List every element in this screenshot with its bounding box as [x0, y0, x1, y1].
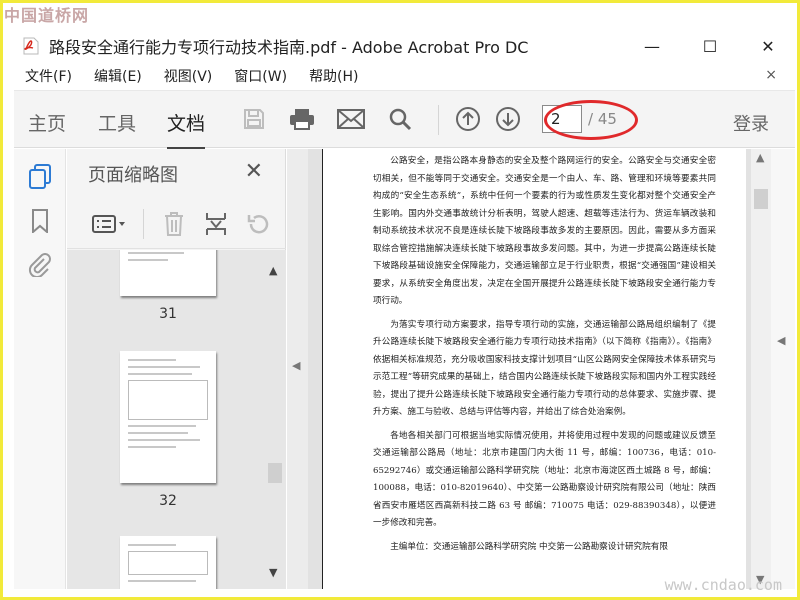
crop-pages-icon[interactable] [201, 209, 231, 239]
tab-document[interactable]: 文档 [167, 109, 206, 150]
title-bar: 路段安全通行能力专项行动技术指南.pdf - Adobe Acrobat Pro… [3, 30, 797, 62]
document-page: 公路安全，是指公路本身静态的安全及整个路网运行的安全。公路安全与交通安全密切相关… [322, 149, 746, 589]
page-thumbnails-icon[interactable] [26, 163, 54, 191]
bookmark-icon[interactable] [26, 207, 54, 235]
panel-splitter[interactable]: ◀ [287, 149, 308, 589]
minimize-button[interactable]: — [623, 30, 681, 62]
doc-paragraph: 公路安全，是指公路本身静态的安全及整个路网运行的安全。公路安全与交通安全密切相关… [373, 156, 716, 306]
menu-view[interactable]: 视图(V) [162, 66, 215, 86]
menu-help[interactable]: 帮助(H) [307, 66, 360, 86]
tab-tools[interactable]: 工具 [98, 109, 136, 136]
menu-file[interactable]: 文件(F) [23, 66, 74, 86]
right-tools-rail: ◀ [771, 149, 795, 589]
acrobat-pdf-icon [23, 37, 39, 55]
search-icon[interactable] [386, 105, 414, 133]
menu-edit[interactable]: 编辑(E) [92, 66, 144, 86]
options-menu-icon[interactable] [89, 209, 129, 239]
document-text: 公路安全，是指公路本身静态的安全及整个路网运行的安全。公路安全与交通安全密切相关… [373, 153, 716, 562]
navigation-rail [14, 149, 66, 589]
panel-title: 页面缩略图 [88, 165, 178, 186]
tab-home[interactable]: 主页 [28, 109, 66, 136]
thumbnail-label-32: 32 [159, 493, 177, 509]
watermark-logo-top: 中国道桥网 [4, 6, 90, 25]
expand-right-pane-icon[interactable]: ◀ [777, 334, 785, 347]
attachment-icon[interactable] [26, 251, 54, 279]
thumbnail-scroll-thumb[interactable] [268, 463, 282, 483]
thumbnail-page-33[interactable] [120, 536, 216, 589]
print-icon[interactable] [288, 105, 316, 133]
delete-page-icon[interactable] [159, 209, 189, 239]
save-icon[interactable] [240, 105, 268, 133]
thumbnail-page-31[interactable] [120, 250, 216, 296]
thumbnail-scrollbar[interactable]: ▲ ▼ [266, 250, 282, 589]
highlight-annotation-oval [544, 100, 638, 140]
toolbar: 主页 工具 文档 2 / 45 登录 [14, 90, 795, 150]
close-document-button[interactable]: × [765, 67, 777, 83]
email-icon[interactable] [337, 105, 365, 133]
panel-tool-separator [143, 209, 144, 239]
panel-close-button[interactable]: ✕ [245, 159, 263, 184]
thumbnail-panel: 页面缩略图 ✕ 31 32 ▲ ▼ [67, 149, 286, 589]
doc-paragraph: 各地各相关部门可根据当地实际情况使用，并将使用过程中发现的问题或建议反馈至交通运… [373, 430, 716, 529]
thumbnail-label-31: 31 [159, 306, 177, 322]
next-page-icon[interactable] [494, 105, 522, 133]
login-button[interactable]: 登录 [733, 110, 769, 136]
document-scroll-thumb[interactable] [754, 189, 768, 209]
panel-toolbar [67, 199, 286, 249]
rotate-page-icon[interactable] [243, 209, 273, 239]
document-scrollbar[interactable]: ▲ ▼ [751, 149, 771, 589]
thumbnail-page-32[interactable] [120, 351, 216, 483]
menu-window[interactable]: 窗口(W) [232, 66, 289, 86]
scroll-up-arrow-icon[interactable]: ▲ [269, 264, 277, 277]
scroll-down-arrow-icon[interactable]: ▼ [269, 566, 277, 579]
window-title: 路段安全通行能力专项行动技术指南.pdf - Adobe Acrobat Pro… [49, 38, 529, 57]
document-view[interactable]: 公路安全，是指公路本身静态的安全及整个路网运行的安全。公路安全与交通安全密切相关… [308, 149, 751, 589]
doc-paragraph: 为落实专项行动方案要求，指导专项行动的实施，交通运输部公路局组织编制了《提升公路… [373, 319, 716, 418]
doc-paragraph: 主编单位：交通运输部公路科学研究院 中交第一公路勘察设计研究院有限 [390, 541, 668, 552]
collapse-panel-icon[interactable]: ◀ [292, 359, 300, 372]
close-window-button[interactable]: ✕ [739, 30, 797, 62]
previous-page-icon[interactable] [454, 105, 482, 133]
thumbnail-list[interactable]: 31 32 ▲ ▼ [67, 250, 286, 589]
doc-scroll-up-icon[interactable]: ▲ [756, 151, 764, 164]
maximize-button[interactable]: ☐ [681, 30, 739, 62]
watermark-url-bottom: www.cndao.com [664, 576, 782, 594]
toolbar-separator [438, 105, 439, 135]
menu-bar: 文件(F) 编辑(E) 视图(V) 窗口(W) 帮助(H) × [3, 64, 797, 88]
